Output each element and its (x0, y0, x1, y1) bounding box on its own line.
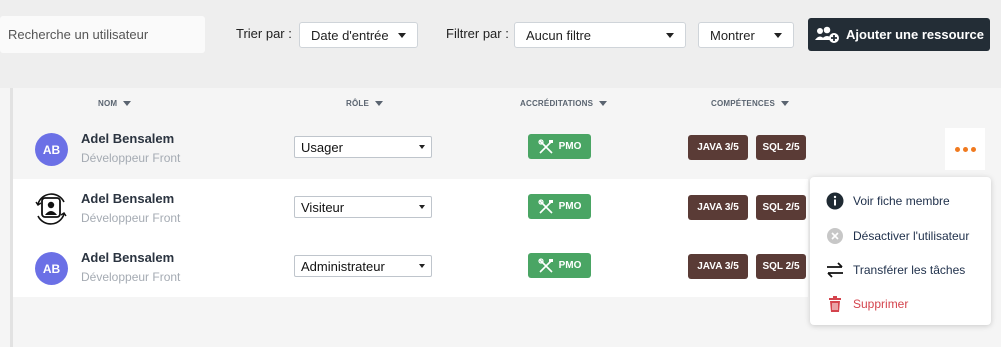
user-placeholder-avatar (35, 193, 67, 225)
menu-item-deactivate-user[interactable]: Désactiver l'utilisateur (826, 227, 969, 245)
menu-item-label: Supprimer (853, 297, 909, 311)
menu-item-view-profile[interactable]: Voir fiche membre (826, 192, 950, 210)
role-select[interactable]: Visiteur (294, 196, 432, 218)
filter-select-value: Aucun filtre (526, 27, 592, 43)
sort-caret-icon (123, 101, 132, 106)
info-icon (826, 192, 844, 210)
menu-item-label: Transférer les tâches (853, 263, 966, 277)
accreditation-label: PMO (558, 141, 582, 152)
column-header-name[interactable]: NOM (98, 99, 132, 108)
table-row[interactable]: AB Adel Bensalem Développeur Front Usage… (13, 119, 808, 178)
add-users-icon (815, 26, 839, 43)
table-row[interactable]: Adel Bensalem Développeur Front Visiteur… (13, 179, 808, 238)
table-row[interactable]: AB Adel Bensalem Développeur Front Admin… (13, 238, 808, 297)
tools-icon (538, 198, 553, 214)
chevron-down-icon (419, 264, 425, 268)
chevron-down-icon (419, 145, 425, 149)
avatar: AB (35, 252, 68, 285)
sort-select-value: Date d'entrée (311, 27, 389, 43)
column-header-role-label: RÔLE (346, 99, 370, 108)
column-header-role[interactable]: RÔLE (346, 99, 384, 108)
accreditation-label: PMO (558, 260, 582, 271)
search-input[interactable]: Recherche un utilisateur (0, 16, 205, 53)
filter-label: Filtrer par : (446, 26, 509, 41)
menu-item-label: Voir fiche membre (853, 194, 950, 208)
transfer-arrows-icon (826, 261, 844, 279)
user-title: Développeur Front (81, 270, 181, 284)
skill-badge: SQL 2/5 (756, 135, 806, 160)
more-actions-button[interactable] (945, 128, 985, 170)
role-select-value: Visiteur (301, 199, 345, 215)
row-actions-menu: Voir fiche membre Désactiver l'utilisate… (810, 177, 991, 325)
role-select-value: Usager (301, 139, 343, 155)
role-select-value: Administrateur (301, 258, 385, 274)
skill-badge: SQL 2/5 (756, 195, 806, 220)
more-dot-icon (970, 146, 976, 152)
user-title: Développeur Front (81, 211, 181, 225)
user-title: Développeur Front (81, 151, 181, 165)
column-header-accreditations-label: ACCRÉDITATIONS (520, 99, 594, 108)
skill-badge: SQL 2/5 (756, 254, 806, 279)
more-dot-icon (962, 146, 968, 152)
accreditation-badge: PMO (528, 253, 591, 278)
chevron-down-icon (774, 32, 782, 38)
show-select[interactable]: Montrer (698, 22, 794, 48)
chevron-down-icon (666, 32, 674, 38)
chevron-down-icon (419, 205, 425, 209)
column-header-skills-label: COMPÉTENCES (711, 99, 775, 108)
role-select[interactable]: Usager (294, 136, 432, 158)
accreditation-badge: PMO (528, 134, 591, 159)
add-resource-label: Ajouter une ressource (846, 27, 984, 42)
sort-caret-icon (375, 101, 384, 106)
avatar: AB (35, 133, 68, 166)
tools-icon (538, 138, 553, 154)
sort-caret-icon (781, 101, 789, 106)
add-resource-button[interactable]: Ajouter une ressource (808, 18, 990, 51)
skill-badge: JAVA 3/5 (688, 195, 748, 220)
user-name: Adel Bensalem (81, 191, 175, 206)
trash-icon (826, 295, 844, 313)
more-dot-icon (954, 146, 960, 152)
skill-badge: JAVA 3/5 (688, 135, 748, 160)
skill-badge: JAVA 3/5 (688, 254, 748, 279)
chevron-down-icon (398, 32, 406, 38)
close-circle-icon (826, 227, 844, 245)
accreditation-label: PMO (558, 201, 582, 212)
show-select-value: Montrer (710, 27, 755, 43)
menu-item-transfer-tasks[interactable]: Transférer les tâches (826, 261, 965, 279)
user-name: Adel Bensalem (81, 250, 175, 265)
column-header-name-label: NOM (98, 99, 118, 108)
search-placeholder: Recherche un utilisateur (8, 27, 149, 42)
accreditation-badge: PMO (528, 194, 591, 219)
menu-item-label: Désactiver l'utilisateur (853, 229, 970, 243)
filter-select[interactable]: Aucun filtre (514, 22, 686, 48)
tools-icon (538, 257, 553, 273)
sort-label: Trier par : (236, 26, 292, 41)
column-header-skills[interactable]: COMPÉTENCES (711, 99, 789, 108)
sort-caret-icon (599, 101, 608, 106)
sort-select[interactable]: Date d'entrée (299, 22, 418, 48)
role-select[interactable]: Administrateur (294, 255, 432, 277)
user-name: Adel Bensalem (81, 131, 175, 146)
menu-item-delete[interactable]: Supprimer (826, 295, 908, 313)
column-header-accreditations[interactable]: ACCRÉDITATIONS (520, 99, 608, 108)
toolbar: Recherche un utilisateur Trier par : Dat… (0, 0, 1001, 88)
